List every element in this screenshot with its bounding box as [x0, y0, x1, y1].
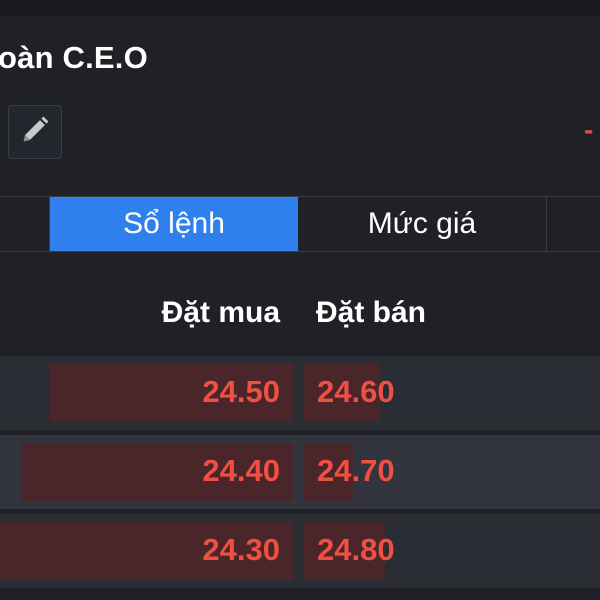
- pencil-icon: [18, 113, 52, 152]
- ask-header: Đặt bán: [316, 296, 427, 329]
- ask-price: 24.70: [317, 453, 395, 488]
- bid-price: 24.30: [202, 532, 280, 567]
- ask-price: 24.60: [317, 374, 395, 409]
- edit-button[interactable]: [8, 105, 62, 159]
- top-bar: [0, 0, 600, 16]
- bid-price: 24.40: [202, 453, 280, 488]
- tab-next[interactable]: [547, 197, 600, 251]
- order-row[interactable]: 24.50 24.60: [0, 356, 600, 430]
- tab-price-levels[interactable]: Mức giá: [298, 197, 547, 251]
- tab-order-book[interactable]: Sổ lệnh: [50, 197, 298, 251]
- bid-price: 24.50: [202, 374, 280, 409]
- price-change: -: [584, 114, 594, 145]
- ask-price: 24.80: [317, 532, 395, 567]
- order-row[interactable]: 24.40 24.70: [0, 435, 600, 509]
- tab-previous[interactable]: [0, 197, 50, 251]
- order-row[interactable]: 24.30 24.80: [0, 514, 600, 588]
- bid-header: Đặt mua: [161, 296, 280, 329]
- tab-bar: Sổ lệnh Mức giá: [0, 196, 600, 252]
- stock-title: oàn C.E.O: [0, 40, 148, 75]
